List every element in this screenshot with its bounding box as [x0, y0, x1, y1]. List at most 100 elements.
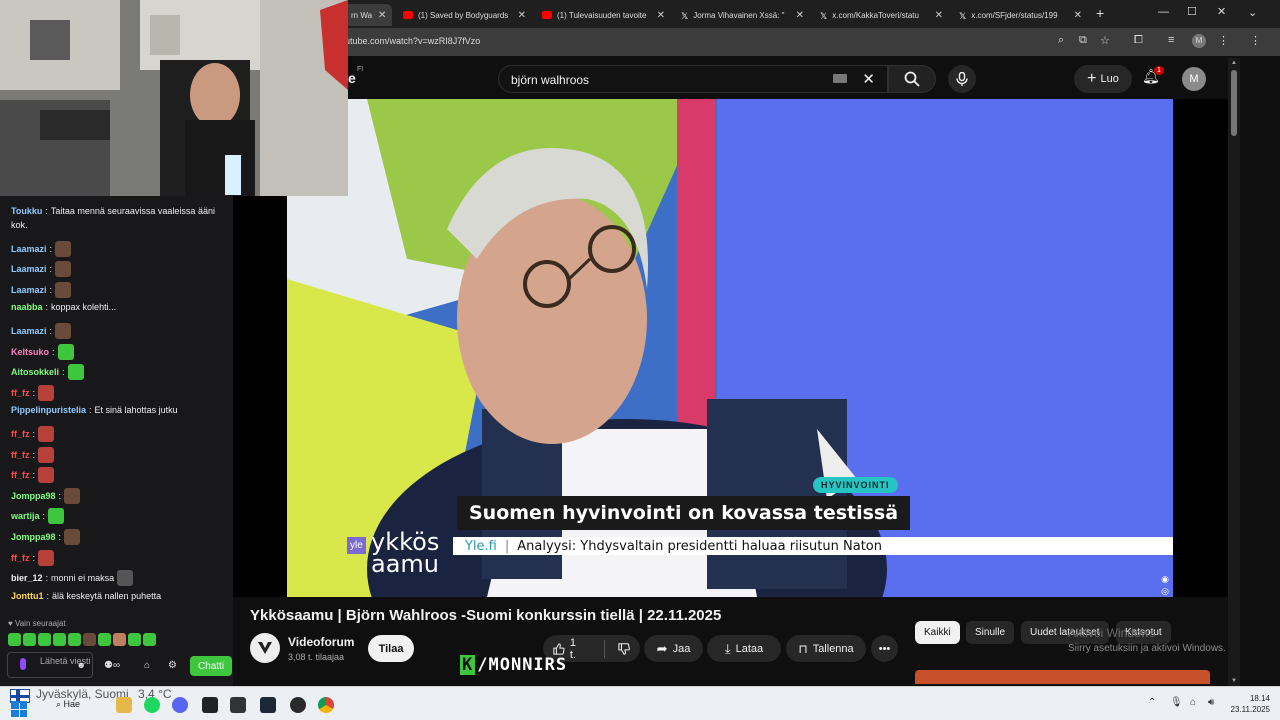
- chat-username[interactable]: Laamazi: [11, 285, 47, 295]
- side-panel-menu-icon[interactable]: ⋮: [1250, 34, 1261, 47]
- emote-icon[interactable]: [68, 633, 81, 646]
- emote-icon[interactable]: [53, 633, 66, 646]
- chip-sinulle[interactable]: Sinulle: [966, 621, 1015, 644]
- chat-username[interactable]: Pippelinpuristelia: [11, 405, 86, 415]
- close-tab-icon[interactable]: ✕: [512, 10, 526, 21]
- emote-icon[interactable]: [23, 633, 36, 646]
- emote-icon[interactable]: [98, 633, 111, 646]
- tray-network-icon[interactable]: ⌂: [1190, 697, 1196, 708]
- search-input[interactable]: björn walhroos ✕: [498, 65, 888, 93]
- extensions-icon[interactable]: ⧠: [1134, 34, 1143, 47]
- emote-icon[interactable]: [83, 633, 96, 646]
- emote-icon[interactable]: [8, 633, 21, 646]
- emote-icon[interactable]: [143, 633, 156, 646]
- browser-tab[interactable]: 𝕏 x.com/KakkaToveri/statu ✕: [814, 4, 949, 26]
- url-field[interactable]: utube.com/watch?v=wzRI8J7fVzo: [345, 36, 480, 46]
- scroll-down-icon[interactable]: ▼: [1231, 678, 1237, 684]
- voice-search-button[interactable]: [948, 65, 976, 93]
- recommended-thumbnail[interactable]: [915, 670, 1210, 684]
- chat-username[interactable]: Laamazi: [11, 264, 47, 274]
- chat-username[interactable]: ff_fz: [11, 429, 30, 439]
- video-info-icon[interactable]: ◉: [1161, 574, 1169, 585]
- chat-settings-icon[interactable]: ⚙: [168, 660, 177, 671]
- x-app-icon[interactable]: [202, 697, 218, 713]
- browser-menu-icon[interactable]: ⋮: [1218, 34, 1229, 47]
- chip-kaikki[interactable]: Kaikki: [915, 621, 960, 644]
- close-tab-icon[interactable]: ✕: [929, 10, 943, 21]
- chrome-icon[interactable]: [318, 697, 334, 713]
- minimize-icon[interactable]: —: [1158, 6, 1169, 18]
- chat-username[interactable]: bier_12: [11, 573, 43, 583]
- channel-avatar[interactable]: [250, 633, 280, 663]
- clear-search-icon[interactable]: ✕: [862, 70, 875, 88]
- chat-send-input[interactable]: Lähetä viesti ☻: [7, 652, 93, 678]
- close-window-icon[interactable]: ✕: [1217, 5, 1226, 18]
- zoom-icon[interactable]: ⌕: [1058, 34, 1064, 47]
- chat-username[interactable]: Jomppa98: [11, 491, 56, 501]
- browser-tab[interactable]: (1) Tulevaisuuden tavoite ✕: [536, 4, 671, 26]
- scrollbar-thumb[interactable]: [1231, 70, 1237, 136]
- channel-name[interactable]: Videoforum: [288, 635, 354, 649]
- chat-username[interactable]: Jonttu1: [11, 591, 44, 601]
- close-tab-icon[interactable]: ✕: [372, 10, 386, 21]
- cast-icon[interactable]: ⧉: [1079, 34, 1087, 47]
- chat-username[interactable]: Toukku: [11, 206, 42, 216]
- tray-volume-icon[interactable]: 🔊︎: [1208, 697, 1214, 708]
- close-tab-icon[interactable]: ✕: [651, 10, 665, 21]
- chat-send-button[interactable]: Chatti: [190, 656, 232, 676]
- video-player[interactable]: HYVINVOINTI Suomen hyvinvointi on kovass…: [287, 99, 1173, 597]
- scroll-up-icon[interactable]: ▲: [1231, 60, 1237, 66]
- chat-username[interactable]: ff_fz: [11, 470, 30, 480]
- chat-username[interactable]: ff_fz: [11, 450, 30, 460]
- thumbs-down-icon[interactable]: [618, 642, 630, 656]
- chat-username[interactable]: Jomppa98: [11, 532, 56, 542]
- chat-username[interactable]: wartija: [11, 511, 40, 521]
- start-button[interactable]: [11, 701, 27, 717]
- points-icon[interactable]: ⚉∞: [104, 660, 120, 671]
- close-tab-icon[interactable]: ✕: [790, 10, 804, 21]
- keyboard-icon[interactable]: [833, 74, 847, 83]
- emoji-icon[interactable]: ☻: [77, 660, 86, 670]
- new-tab-button[interactable]: +: [1096, 5, 1104, 21]
- emote-icon[interactable]: [128, 633, 141, 646]
- profile-avatar[interactable]: M: [1192, 34, 1206, 48]
- tab-search-icon[interactable]: ⌄: [1248, 6, 1257, 19]
- search-button[interactable]: [888, 65, 936, 93]
- maximize-icon[interactable]: ☐: [1187, 5, 1197, 18]
- browser-tab[interactable]: (1) Saved by Bodyguards ✕: [397, 4, 532, 26]
- taskbar-search[interactable]: ⌕ Hae: [56, 699, 80, 710]
- spotify-icon[interactable]: [144, 697, 160, 713]
- browser-tab[interactable]: 𝕏 x.com/SFjder/status/199 ✕: [953, 4, 1088, 26]
- chat-username[interactable]: Aitosokkeli: [11, 367, 59, 377]
- close-tab-icon[interactable]: ✕: [1068, 10, 1082, 21]
- page-scrollbar[interactable]: ▲ ▼: [1228, 58, 1240, 686]
- chat-username[interactable]: Laamazi: [11, 326, 47, 336]
- emote-icon[interactable]: [38, 633, 51, 646]
- video-settings-icon[interactable]: ◎: [1161, 586, 1169, 597]
- download-button[interactable]: ⤓ Lataa: [707, 635, 781, 662]
- microphone-icon[interactable]: [20, 658, 26, 670]
- create-button[interactable]: + Luo: [1074, 65, 1132, 93]
- emote-icon[interactable]: [113, 633, 126, 646]
- store-icon[interactable]: ⌂: [144, 660, 150, 671]
- chat-username[interactable]: ff_fz: [11, 388, 30, 398]
- file-explorer-icon[interactable]: [116, 697, 132, 713]
- reading-list-icon[interactable]: ≡: [1168, 34, 1174, 46]
- save-button[interactable]: ⊓ Tallenna: [786, 635, 866, 662]
- chat-username[interactable]: Laamazi: [11, 244, 47, 254]
- steam-icon[interactable]: [260, 697, 276, 713]
- subscribe-button[interactable]: Tilaa: [368, 635, 414, 662]
- more-actions-button[interactable]: •••: [871, 635, 898, 662]
- youtube-logo[interactable]: e: [348, 70, 356, 86]
- tray-mic-icon[interactable]: 🎙︎: [1170, 697, 1183, 708]
- obs-icon[interactable]: [290, 697, 306, 713]
- chat-username[interactable]: ff_fz: [11, 553, 30, 563]
- chat-username[interactable]: Keltsuko: [11, 347, 49, 357]
- taskbar-clock[interactable]: 18.14 23.11.2025: [1231, 693, 1270, 715]
- tray-expand-icon[interactable]: ⌃: [1148, 697, 1156, 708]
- browser-tab[interactable]: 𝕏 Jorma Vihavainen Xssä: " ✕: [675, 4, 810, 26]
- discord-icon[interactable]: [172, 697, 188, 713]
- notion-icon[interactable]: [230, 697, 246, 713]
- chat-username[interactable]: naabba: [11, 302, 43, 312]
- share-button[interactable]: ➦ Jaa: [644, 635, 703, 662]
